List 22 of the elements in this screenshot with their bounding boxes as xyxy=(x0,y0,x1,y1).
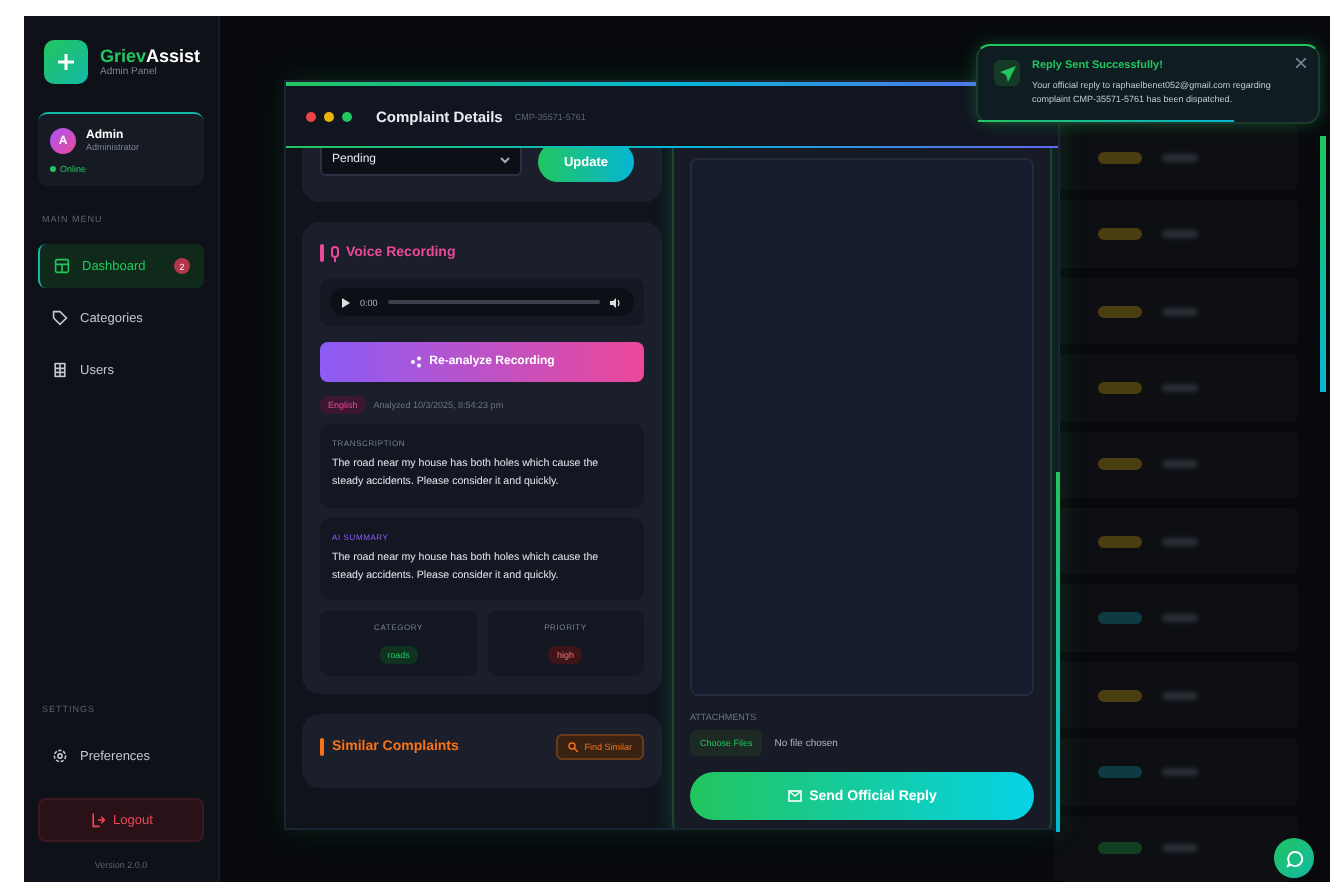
search-icon xyxy=(568,742,579,753)
envelope-icon xyxy=(787,790,802,802)
volume-icon[interactable] xyxy=(610,297,622,307)
share-icon xyxy=(409,356,422,368)
send-icon xyxy=(994,60,1020,86)
play-icon[interactable] xyxy=(342,297,350,307)
window-dot xyxy=(324,111,334,121)
gear-icon xyxy=(52,748,68,764)
logo-icon xyxy=(44,40,88,84)
logout-icon xyxy=(89,812,106,828)
tag-icon xyxy=(52,310,68,326)
close-icon[interactable] xyxy=(1296,58,1306,68)
window-dot xyxy=(306,111,316,121)
status-dot xyxy=(50,166,56,172)
chevron-icon xyxy=(500,156,510,164)
brand-name: GrievAssist xyxy=(100,46,201,66)
grid-icon xyxy=(54,258,70,274)
chat-icon xyxy=(1285,849,1303,867)
chat-button[interactable] xyxy=(1274,838,1314,878)
window-dot xyxy=(342,111,352,121)
scrollbar[interactable] xyxy=(1320,136,1326,392)
microphone-icon xyxy=(330,245,340,261)
